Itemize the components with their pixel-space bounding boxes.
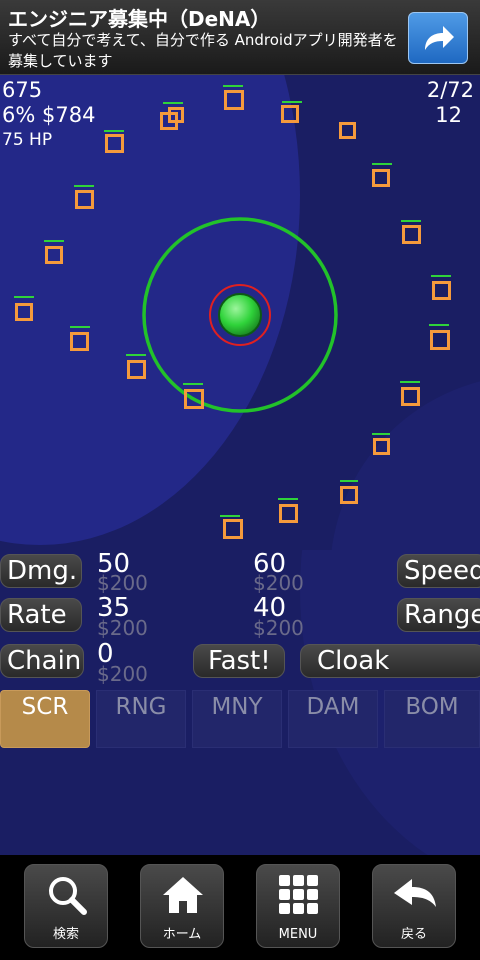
enemy-hp-bar — [340, 480, 358, 482]
money-display: 6% $784 — [2, 103, 96, 127]
range-upgrade-button[interactable]: Range — [397, 598, 480, 632]
grid-menu-icon — [279, 875, 318, 914]
enemy-hp-bar — [44, 240, 64, 242]
enemy-square — [70, 332, 89, 351]
search-icon — [49, 877, 87, 915]
damage-cost: $200 — [97, 571, 148, 595]
chain-upgrade-button[interactable]: Chain — [0, 644, 84, 678]
back-label: 戻る — [400, 927, 427, 942]
bottom-nav: 検索 ホーム MENU 戻る — [0, 855, 480, 960]
fast-forward-button[interactable]: Fast! — [193, 644, 285, 678]
ad-title: エンジニア募集中（DeNA） — [8, 7, 271, 31]
share-arrow-icon — [425, 26, 454, 50]
enemy-hp-bar — [70, 326, 90, 328]
tower[interactable] — [140, 215, 340, 415]
enemy-hp-bar — [223, 85, 243, 87]
enemy-square — [127, 360, 146, 379]
tab-rng[interactable]: RNG — [96, 690, 186, 748]
home-label: ホーム — [162, 927, 202, 942]
enemy-square — [401, 387, 420, 406]
enemy-square — [373, 438, 390, 455]
rate-upgrade-button[interactable]: Rate — [0, 598, 82, 632]
chain-cost: $200 — [97, 662, 148, 686]
enemy-hp-bar — [104, 130, 124, 132]
ad-banner[interactable]: エンジニア募集中（DeNA） すべて自分で考えて、自分で作る Androidアプ… — [0, 0, 480, 75]
enemy-square — [372, 169, 390, 187]
speed-upgrade-button[interactable]: Speed — [397, 554, 480, 588]
enemy-hp-bar — [74, 185, 94, 187]
back-arrow-icon — [394, 879, 436, 907]
ad-open-button[interactable] — [408, 12, 468, 64]
tab-dam[interactable]: DAM — [288, 690, 378, 748]
enemy-hp-bar — [278, 498, 298, 500]
enemy-hp-bar — [282, 101, 302, 103]
enemy-square — [168, 107, 184, 123]
tab-bom[interactable]: BOM — [384, 690, 480, 748]
enemy-hp-bar — [401, 220, 421, 222]
rate-cost: $200 — [97, 616, 148, 640]
search-button[interactable]: 検索 — [24, 864, 108, 948]
enemy-square — [15, 303, 33, 321]
enemy-square — [105, 134, 124, 153]
enemies-remaining: 12 — [435, 103, 462, 127]
home-button[interactable]: ホーム — [140, 864, 224, 948]
damage-next-cost: $200 — [253, 571, 304, 595]
enemy-hp-bar — [126, 354, 146, 356]
menu-label: MENU — [278, 927, 318, 942]
enemy-square — [340, 486, 358, 504]
enemy-hp-bar — [372, 163, 392, 165]
enemy-hp-bar — [429, 324, 449, 326]
rate-next-cost: $200 — [253, 616, 304, 640]
hp-display: 75 HP — [2, 130, 53, 150]
damage-upgrade-button[interactable]: Dmg. — [0, 554, 82, 588]
enemy-hp-bar — [431, 275, 451, 277]
enemy-hp-bar — [372, 433, 390, 435]
enemy-hp-bar — [14, 296, 34, 298]
cloak-button[interactable]: Cloak — [300, 644, 480, 678]
enemy-square — [402, 225, 421, 244]
menu-button[interactable]: MENU — [256, 864, 340, 948]
enemy-square — [184, 389, 204, 409]
enemy-square — [432, 281, 451, 300]
upgrade-panel: Dmg. 50 $200 60 $200 Speed Rate 35 $200 … — [0, 550, 480, 855]
enemy-square — [279, 504, 298, 523]
game-field[interactable]: 675 6% $784 75 HP 2/72 12 — [0, 75, 480, 550]
enemy-hp-bar — [163, 102, 183, 104]
enemy-square — [339, 122, 356, 139]
ad-body: すべて自分で考えて、自分で作る Androidアプリ開発者を募集しています — [8, 31, 398, 70]
enemy-hp-bar — [400, 381, 420, 383]
enemy-square — [75, 190, 94, 209]
tab-mny[interactable]: MNY — [192, 690, 282, 748]
tab-scr[interactable]: SCR — [0, 690, 90, 748]
search-label: 検索 — [52, 927, 79, 942]
back-button[interactable]: 戻る — [372, 864, 456, 948]
home-icon — [163, 877, 203, 913]
enemy-square — [45, 246, 63, 264]
score-display: 675 — [2, 78, 43, 102]
wave-display: 2/72 — [426, 78, 474, 102]
enemy-square — [224, 90, 244, 110]
enemy-hp-bar — [220, 515, 240, 517]
tower-core — [218, 293, 262, 337]
enemy-square — [281, 105, 299, 123]
enemy-hp-bar — [183, 383, 203, 385]
enemy-square — [223, 519, 243, 539]
enemy-square — [430, 330, 450, 350]
